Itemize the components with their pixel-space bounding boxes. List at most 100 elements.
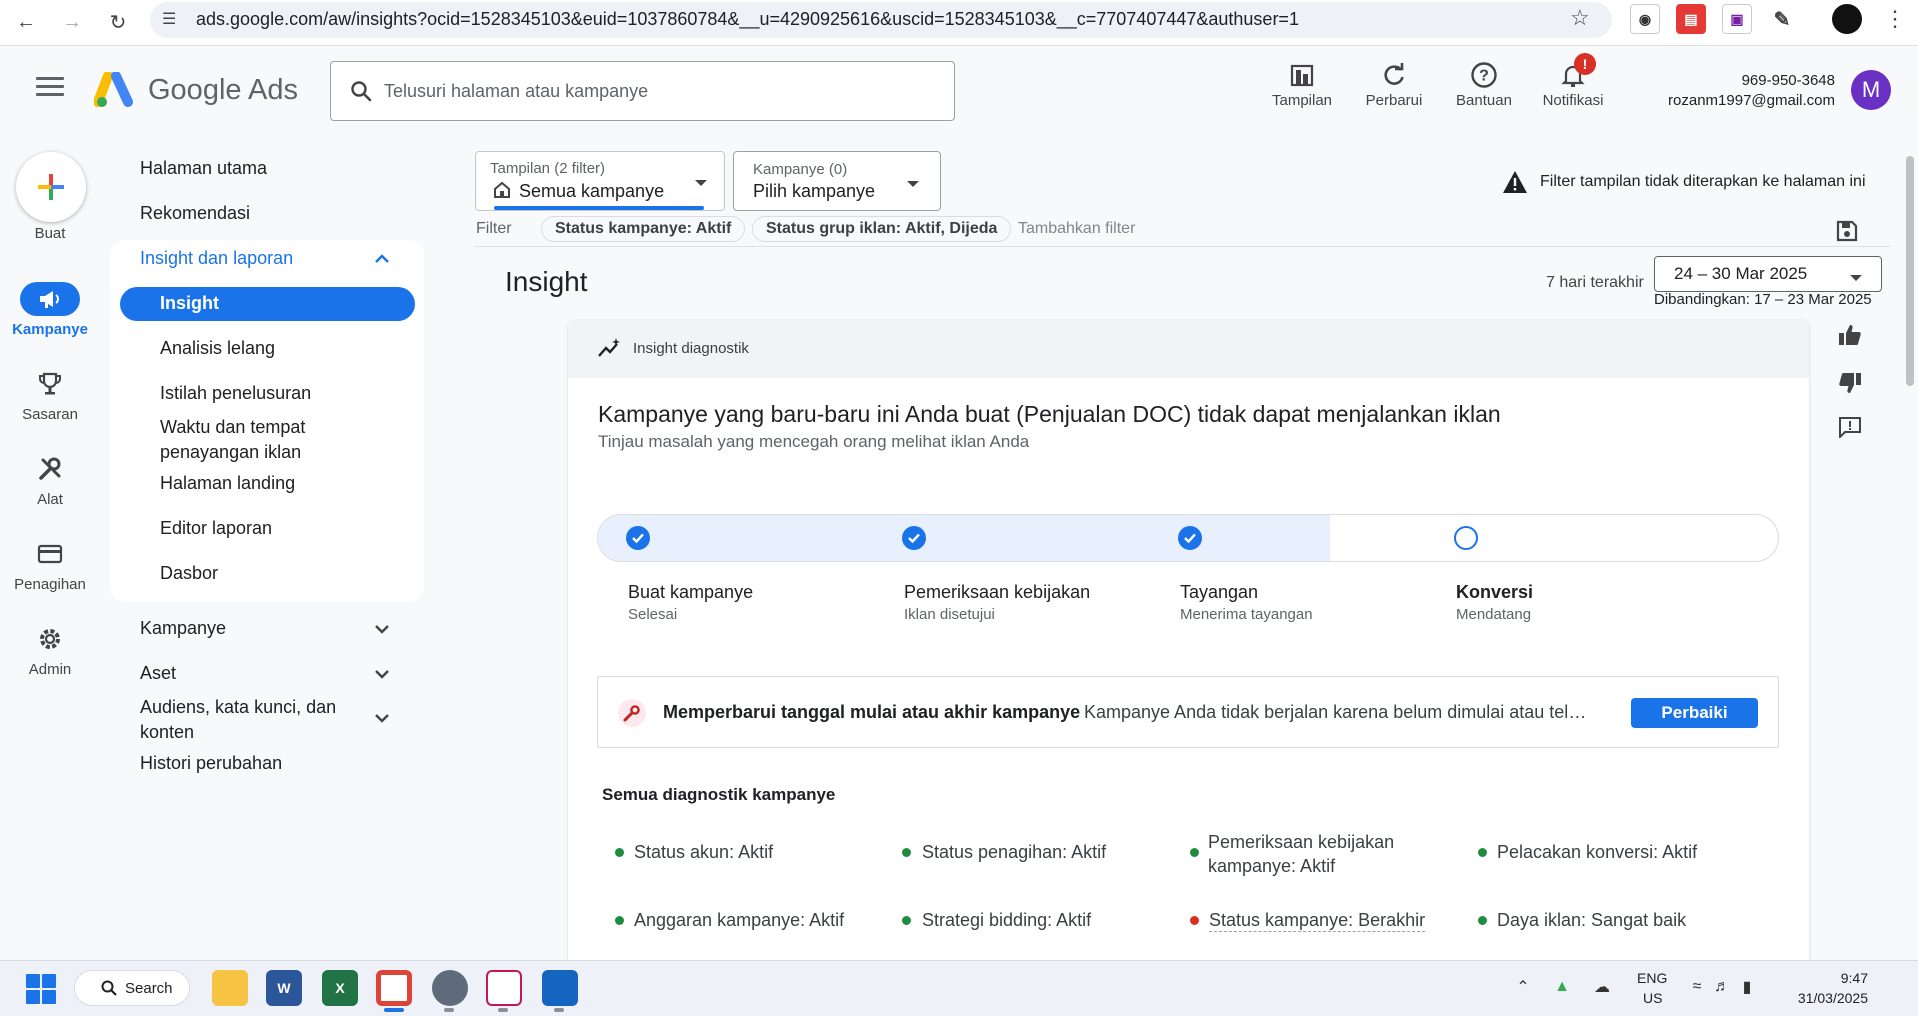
input-region[interactable]: US [1643, 990, 1662, 1006]
thumbs-up-icon[interactable] [1835, 320, 1865, 350]
input-language[interactable]: ENG [1637, 970, 1667, 986]
diagnostic-item: Daya iklan: Sangat baik [1497, 910, 1687, 930]
plus-icon [38, 174, 64, 200]
appearance-button[interactable]: Tampilan [1257, 58, 1347, 109]
tools-wrench-icon[interactable] [20, 452, 80, 486]
svg-text:?: ? [1479, 68, 1489, 85]
google-ads-logo-icon [93, 71, 136, 113]
chevron-down-icon[interactable] [372, 664, 392, 684]
diagnostic-item: Pelacakan konversi: Aktif [1497, 842, 1698, 862]
create-button[interactable] [16, 152, 86, 222]
battery-icon[interactable]: ▮ [1736, 976, 1758, 998]
site-settings-icon[interactable]: ☰ [162, 9, 176, 29]
tray-chevron-up-icon[interactable]: ⌃ [1512, 976, 1534, 998]
wifi-icon[interactable]: ≈ [1686, 976, 1708, 998]
settings-gear-icon[interactable] [432, 970, 468, 1006]
back-icon[interactable]: ← [10, 6, 42, 38]
nav-item-landing-pages[interactable]: Halaman landing [160, 473, 295, 494]
excel-icon[interactable]: X [322, 970, 358, 1006]
rail-item-tools[interactable]: Alat [0, 491, 100, 508]
forward-icon[interactable]: → [56, 6, 88, 38]
rail-item-campaigns[interactable]: Kampanye [0, 321, 100, 338]
feedback-comment-icon[interactable] [1835, 412, 1865, 442]
chrome-icon[interactable] [376, 970, 412, 1006]
clock-date[interactable]: 31/03/2025 [1785, 990, 1868, 1006]
snipping-tool-icon[interactable] [486, 970, 522, 1006]
nav-item-dashboards[interactable]: Dasbor [160, 563, 218, 584]
chevron-down-icon[interactable] [372, 708, 392, 728]
url-text[interactable]: ads.google.com/aw/insights?ocid=15283451… [196, 9, 1299, 30]
extensions-puzzle-icon[interactable]: ✎ [1767, 4, 1797, 34]
home-icon [493, 181, 511, 204]
campaign-megaphone-icon[interactable] [20, 282, 80, 316]
nav-item-home[interactable]: Halaman utama [140, 158, 267, 179]
panda-extension-icon[interactable]: ◉ [1630, 4, 1660, 34]
nav-item-insight[interactable]: Insight [160, 293, 219, 314]
appearance-label: Tampilan [1271, 92, 1333, 109]
nav-item-audiences-keywords-content[interactable]: Audiens, kata kunci, dan konten [140, 695, 360, 745]
rail-item-billing[interactable]: Penagihan [0, 576, 100, 593]
clock-time[interactable]: 9:47 [1812, 970, 1868, 986]
status-dot-ok [1190, 848, 1199, 857]
refresh-button[interactable]: Perbarui [1349, 58, 1439, 109]
filter-chip-adgroup-status[interactable]: Status grup iklan: Aktif, Dijeda [752, 216, 1012, 242]
rail-item-admin[interactable]: Admin [0, 661, 100, 678]
rail-item-goals[interactable]: Sasaran [0, 406, 100, 423]
status-dot-ok [902, 848, 911, 857]
admin-gear-icon[interactable] [20, 622, 80, 656]
file-explorer-icon[interactable] [212, 970, 248, 1006]
nav-item-report-editor[interactable]: Editor laporan [160, 518, 272, 539]
insight-headline: Kampanye yang baru-baru ini Anda buat (P… [598, 401, 1501, 427]
word-icon[interactable]: W [266, 970, 302, 1006]
notifications-button[interactable]: Notifikasi [1528, 58, 1618, 109]
pdf-extension-icon[interactable]: ▤ [1676, 4, 1706, 34]
billing-card-icon[interactable] [20, 537, 80, 571]
nav-item-auction-insights[interactable]: Analisis lelang [160, 338, 275, 359]
add-filter-button[interactable]: Tambahkan filter [1018, 220, 1135, 238]
warning-icon [1502, 170, 1528, 199]
nav-item-insights-reports[interactable]: Insight dan laporan [140, 248, 293, 269]
diagnostic-item: Pemeriksaan kebijakan kampanye: Aktif [1208, 832, 1395, 876]
help-icon: ? [1439, 58, 1529, 92]
filter-chip-campaign-status[interactable]: Status kampanye: Aktif [541, 216, 746, 242]
volume-icon[interactable]: ♬ [1711, 976, 1733, 998]
screen-extension-icon[interactable]: ▣ [1722, 4, 1752, 34]
help-button[interactable]: ? Bantuan [1439, 58, 1529, 109]
diagnostic-item-campaign-ended[interactable]: Status kampanye: Berakhir [1209, 910, 1426, 932]
nav-item-search-terms[interactable]: Istilah penelusuran [160, 383, 311, 404]
nav-item-campaigns[interactable]: Kampanye [140, 618, 226, 639]
profile-icon[interactable] [1832, 4, 1862, 34]
photos-running-indicator [554, 1008, 564, 1012]
taskbar-search-label: Search [125, 980, 173, 997]
trophy-icon[interactable] [20, 367, 80, 401]
avatar[interactable]: M [1851, 70, 1891, 110]
settings-running-indicator [444, 1008, 454, 1012]
nav-item-assets[interactable]: Aset [140, 663, 176, 684]
thumbs-down-icon[interactable] [1835, 368, 1865, 398]
main-menu-icon[interactable] [36, 77, 64, 99]
dropdown-arrow-icon [1849, 270, 1863, 288]
save-icon[interactable] [1836, 220, 1858, 247]
photos-icon[interactable] [542, 970, 578, 1006]
step-subtitle: Mendatang [1456, 606, 1532, 623]
onedrive-cloud-icon[interactable]: ☁ [1591, 976, 1613, 998]
view-selector-value: Semua kampanye [519, 181, 665, 201]
account-email[interactable]: rozanm1997@gmail.com [1620, 92, 1835, 109]
reload-icon[interactable]: ↻ [102, 6, 134, 38]
snipping-running-indicator [498, 1008, 508, 1012]
fix-button[interactable]: Perbaiki [1631, 698, 1758, 728]
browser-menu-icon[interactable]: ⋮ [1884, 6, 1906, 32]
chevron-down-icon[interactable] [372, 619, 392, 639]
step-title: Tayangan [1180, 582, 1259, 602]
chevron-up-icon[interactable] [372, 249, 392, 269]
windows-start-icon[interactable] [26, 974, 56, 1004]
nav-item-when-where-ads-showed[interactable]: Waktu dan tempat penayangan iklan [160, 415, 360, 465]
google-drive-icon[interactable]: ▲ [1551, 976, 1573, 998]
account-number[interactable]: 969-950-3648 [1620, 72, 1835, 89]
scrollbar-thumb[interactable] [1906, 156, 1914, 386]
bookmark-star-icon[interactable]: ☆ [1570, 5, 1590, 31]
insight-subheadline: Tinjau masalah yang mencegah orang melih… [598, 432, 1030, 451]
nav-item-change-history[interactable]: Histori perubahan [140, 753, 282, 774]
view-selector-label: Tampilan (2 filter) [490, 160, 606, 177]
nav-item-recommendations[interactable]: Rekomendasi [140, 203, 250, 224]
